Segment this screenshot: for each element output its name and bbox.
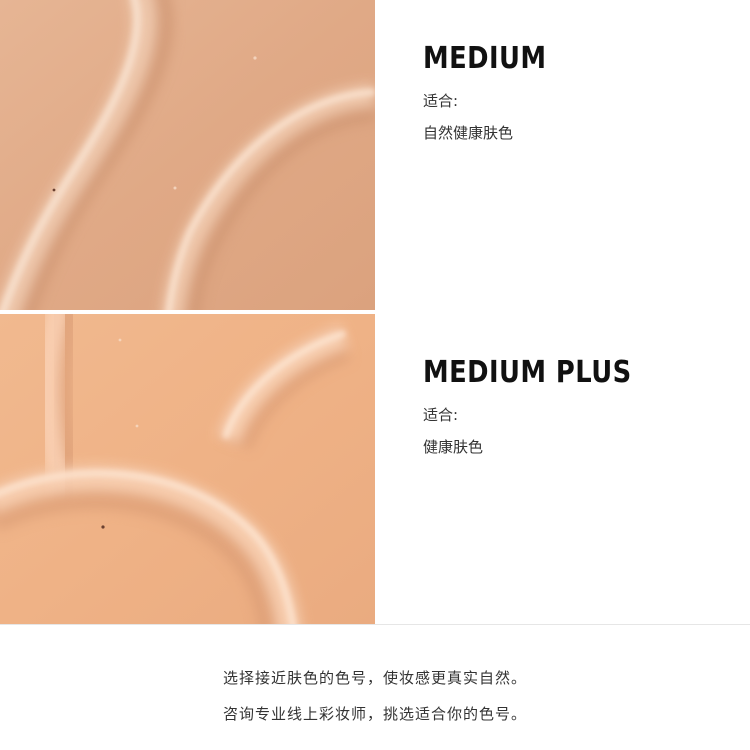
suit-value: 健康肤色: [423, 438, 484, 456]
swatch-medium-image: [0, 0, 375, 310]
shade-name: MEDIUM PLUS: [423, 355, 632, 390]
shade-info-medium: MEDIUM 适合: 自然健康肤色: [423, 38, 567, 144]
product-shade-page: MEDIUM 适合: 自然健康肤色 MEDIUM PLUS 适合: 健康肤色 选…: [0, 0, 750, 750]
swatch-medium-texture: [0, 0, 375, 310]
suit-value: 自然健康肤色: [423, 124, 514, 142]
suit-label: 适合:: [423, 406, 459, 424]
shade-name: MEDIUM: [423, 41, 547, 76]
footer-line-2: 咨询专业线上彩妆师，挑选适合你的色号。: [222, 705, 527, 723]
suit-label: 适合:: [423, 92, 459, 110]
footer-advice: 选择接近肤色的色号，使妆感更真实自然。 咨询专业线上彩妆师，挑选适合你的色号。: [0, 625, 750, 750]
swatch-medium-plus-image: [0, 314, 375, 624]
shade-info-medium-plus: MEDIUM PLUS 适合: 健康肤色: [423, 352, 666, 458]
swatch-medium-plus-texture: [0, 314, 375, 624]
footer-line-1: 选择接近肤色的色号，使妆感更真实自然。: [222, 669, 527, 687]
